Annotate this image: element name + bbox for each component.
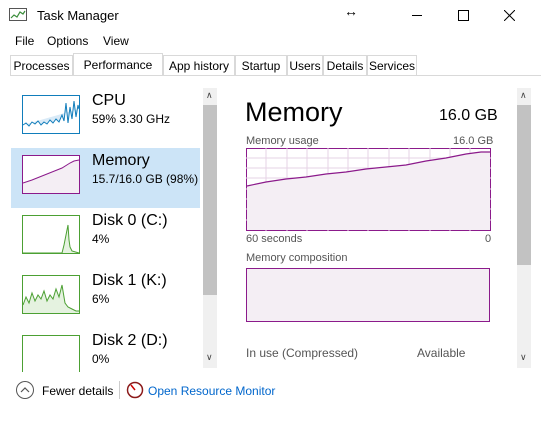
sidebar-item-disk-1[interactable]: Disk 1 (K:) 6% [11, 268, 200, 328]
memory-usage-max: 16.0 GB [453, 135, 494, 147]
menu-file[interactable]: File [15, 34, 34, 48]
close-icon [503, 9, 515, 21]
tab-details[interactable]: Details [323, 55, 367, 75]
disk-1-thumbnail [22, 275, 80, 314]
tab-services[interactable]: Services [367, 55, 417, 75]
available-label: Available [417, 346, 466, 360]
memory-composition-label: Memory composition [246, 252, 348, 264]
footer-separator [119, 381, 120, 399]
maximize-icon [457, 9, 469, 21]
sidebar-item-label: Disk 2 (D:) [92, 332, 168, 349]
scroll-up-icon[interactable]: ∧ [206, 90, 213, 101]
graph-time-label: 60 seconds [246, 233, 303, 245]
memory-total: 16.0 GB [439, 107, 498, 124]
sidebar-item-label: Disk 1 (K:) [92, 272, 167, 289]
fewer-details-link[interactable]: Fewer details [42, 384, 113, 398]
sidebar-item-label: CPU [92, 92, 126, 109]
sidebar-item-label: Memory [92, 152, 150, 169]
resource-monitor-icon [126, 381, 144, 399]
tab-processes[interactable]: Processes [10, 55, 73, 75]
minimize-icon [412, 14, 422, 16]
sidebar-item-label: Disk 0 (C:) [92, 212, 168, 229]
minimize-button[interactable] [394, 0, 440, 30]
window-title: Task Manager [37, 8, 119, 23]
sidebar-item-cpu[interactable]: CPU 59% 3.30 GHz [11, 88, 200, 148]
disk-2-thumbnail [22, 335, 80, 372]
main-scrollbar-thumb[interactable] [517, 105, 531, 265]
sidebar-item-disk-0[interactable]: Disk 0 (C:) 4% [11, 208, 200, 268]
scroll-down-icon[interactable]: ∨ [206, 352, 213, 363]
in-use-label: In use (Compressed) [246, 346, 359, 360]
menu-options[interactable]: Options [47, 34, 88, 48]
cpu-thumbnail [22, 95, 80, 134]
close-button[interactable] [486, 0, 532, 30]
disk-0-thumbnail [22, 215, 80, 254]
tab-strip: Processes Performance App history Startu… [10, 53, 541, 76]
sidebar-item-disk-2[interactable]: Disk 2 (D:) 0% [11, 328, 200, 372]
chevron-up-circle-icon[interactable] [16, 381, 34, 399]
sidebar-item-value: 6% [92, 292, 110, 306]
tab-performance[interactable]: Performance [73, 53, 163, 75]
maximize-button[interactable] [440, 0, 486, 30]
open-resource-monitor-link[interactable]: Open Resource Monitor [148, 384, 275, 398]
sidebar-item-value: 4% [92, 232, 110, 246]
tab-startup[interactable]: Startup [235, 55, 287, 75]
sidebar-item-memory[interactable]: Memory 15.7/16.0 GB (98%) [11, 148, 200, 208]
tab-app-history[interactable]: App history [163, 55, 235, 75]
menu-view[interactable]: View [103, 34, 129, 48]
scroll-up-icon[interactable]: ∧ [520, 90, 527, 101]
move-arrows-icon: ↔ [344, 3, 358, 19]
sidebar-item-value: 0% [92, 352, 110, 366]
tab-users[interactable]: Users [287, 55, 323, 75]
task-manager-icon [9, 8, 27, 21]
memory-composition-bar [246, 268, 490, 322]
memory-usage-label: Memory usage [246, 135, 319, 147]
sidebar-scrollbar-thumb[interactable] [203, 105, 217, 295]
graph-time-zero: 0 [485, 233, 492, 245]
sidebar-item-value: 59% 3.30 GHz [92, 112, 171, 126]
memory-thumbnail [22, 155, 80, 194]
page-title: Memory [245, 97, 343, 127]
scroll-down-icon[interactable]: ∨ [520, 352, 527, 363]
memory-usage-graph [246, 148, 491, 231]
sidebar-item-value: 15.7/16.0 GB (98%) [92, 172, 199, 186]
